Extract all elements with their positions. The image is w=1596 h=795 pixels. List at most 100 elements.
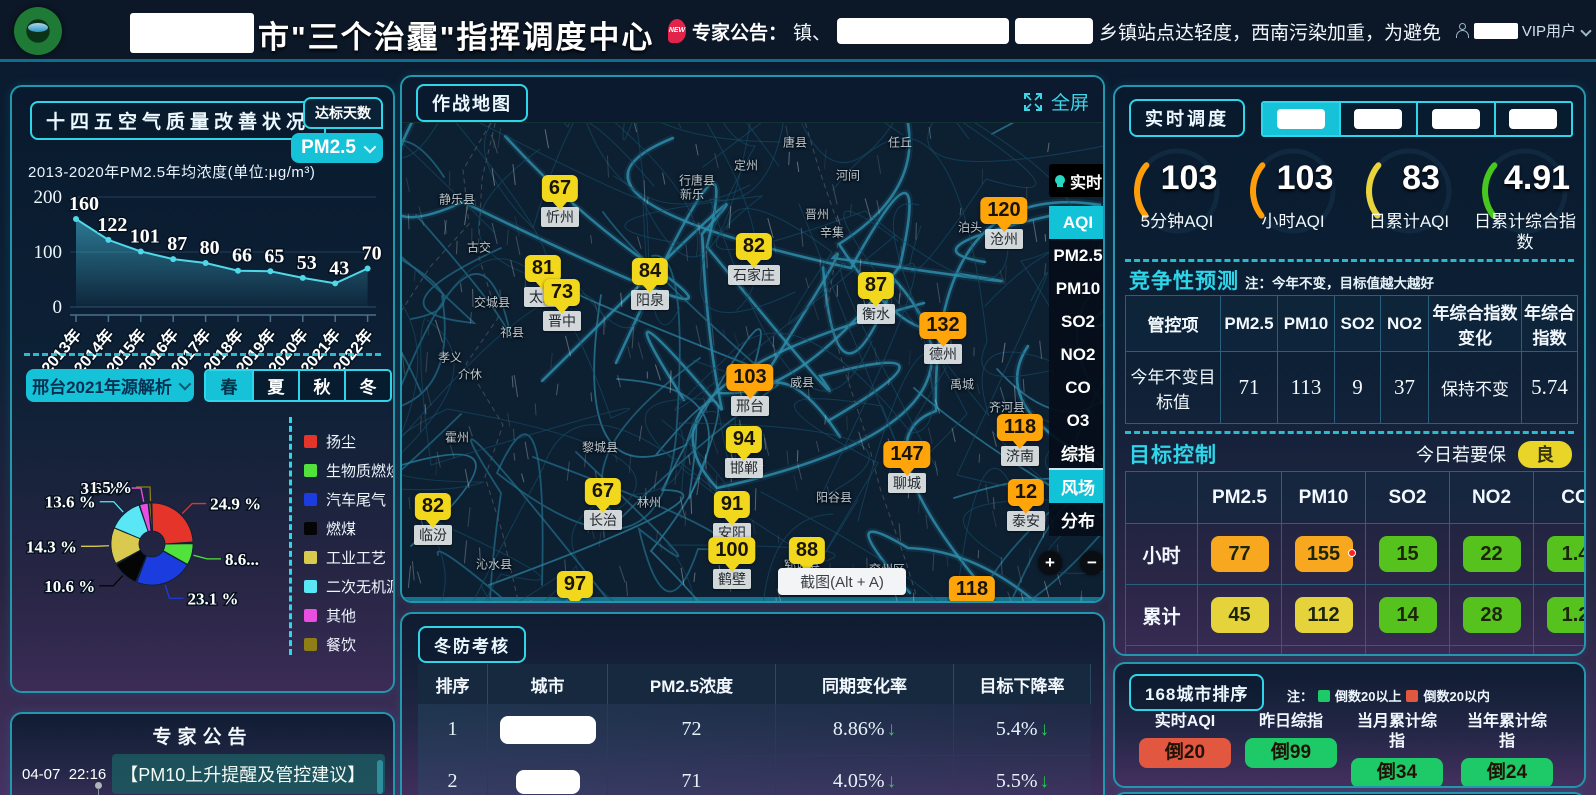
source-analysis-select[interactable]: 邢台2021年源解析 [26, 369, 194, 402]
legend-label: 汽车尾气 [326, 489, 386, 510]
table-row: 2714.05%↓5.5%↓ [418, 756, 1091, 795]
gauge-row: 1035分钟AQI103小时AQI83日累计AQI4.91日累计综合指数 [1119, 147, 1583, 259]
announcement-text-prefix: 镇、 [793, 18, 831, 45]
aqi-marker-德州[interactable]: 132 [919, 312, 966, 339]
ranking-label: 昨日综指 [1237, 712, 1345, 732]
aqi-marker-长治[interactable]: 67 [585, 478, 621, 505]
value-pill: 15 [1379, 536, 1437, 572]
value-pill: 155 [1295, 536, 1353, 572]
cell: 今年不变目标值 [1126, 352, 1221, 424]
announcement-ticker[interactable]: NEW 专家公告： 镇、 乡镇站点达轻度，西南污染加重，为避免 [668, 0, 1480, 62]
city-tab-1[interactable] [1263, 103, 1339, 135]
user-role-label: VIP用户 [1522, 20, 1576, 41]
aqi-marker-沧州[interactable]: 120 [980, 197, 1027, 224]
value-pill: 28 [1463, 597, 1521, 633]
layer-item-CO[interactable]: CO [1049, 371, 1103, 404]
aqi-marker-阳泉[interactable]: 84 [632, 258, 668, 285]
marker-pointer [725, 518, 739, 526]
redacted-announcement-2 [1015, 18, 1093, 44]
layer-item-NO2[interactable]: NO2 [1049, 338, 1103, 371]
aqi-marker-泰安[interactable]: 12 [1008, 479, 1044, 506]
map-place-label: 阳谷县 [816, 489, 852, 506]
map-place-label: 禹城 [950, 376, 974, 393]
layer-item-AQI[interactable]: AQI [1049, 206, 1103, 239]
season-tab-1[interactable]: 春 [206, 371, 252, 400]
map-zoom-in-button[interactable]: + [1038, 551, 1062, 575]
winter-title: 冬防考核 [418, 626, 526, 663]
city-tab-3[interactable] [1416, 103, 1494, 135]
map-city-label: 聊城 [888, 473, 926, 493]
layer-item-综指[interactable]: 综指 [1049, 437, 1103, 470]
aqi-marker-晋中[interactable]: 73 [544, 279, 580, 306]
aqi-marker-临汾[interactable]: 82 [415, 493, 451, 520]
legend-label: 倒数20以上 [1335, 686, 1401, 705]
aqi-marker[interactable]: 118 [949, 576, 995, 601]
table-row: 1728.86%↓5.4%↓ [418, 704, 1091, 756]
cell: 28 [1450, 585, 1534, 646]
map-place-label: 威县 [790, 374, 814, 391]
aqi-marker-邢台[interactable]: 103 [726, 364, 773, 391]
winter-table: 排序城市PM2.5浓度同期变化率目标下降率1728.86%↓5.4%↓2714.… [418, 664, 1091, 795]
layer-item-PM2.5[interactable]: PM2.5 [1049, 239, 1103, 272]
season-tab-2[interactable]: 夏 [252, 371, 298, 400]
cell: 1 [418, 704, 488, 755]
aqi-marker-安阳[interactable]: 91 [714, 491, 750, 518]
header-cell: PM2.5 [1198, 472, 1282, 524]
ranking-col-4: 当年累计综指倒24 [1453, 712, 1561, 788]
map-zoom-out-button[interactable]: − [1080, 551, 1103, 575]
map-canvas[interactable]: 实时 AQIPM2.5PM10SO2NO2COO3综指风场分布 + − 截图(A… [402, 123, 1103, 601]
season-tab-4[interactable]: 冬 [344, 371, 390, 400]
timeline-line [98, 788, 99, 795]
aqi-marker-邯郸[interactable]: 94 [726, 426, 762, 453]
aqi-marker[interactable]: 97 [557, 571, 593, 598]
layer-realtime-button[interactable]: 实时 [1049, 164, 1103, 197]
value-pill: 112 [1295, 597, 1353, 633]
aqi-marker[interactable]: 88 [789, 537, 825, 564]
user-menu[interactable]: VIP用户 [1455, 20, 1590, 41]
aqi-marker-石家庄[interactable]: 82 [736, 233, 772, 260]
marker-value: 91 [714, 491, 750, 518]
redacted-announcement-1 [837, 18, 1009, 44]
aqi-marker-鹤壁[interactable]: 100 [708, 537, 755, 564]
city-tab-4[interactable] [1494, 103, 1572, 135]
layer-item-分布[interactable]: 分布 [1049, 503, 1103, 536]
scrollbar[interactable] [377, 760, 383, 794]
row-label: 可控制 [1126, 646, 1198, 657]
cell: 5.4%↓ [954, 704, 1091, 755]
gauge-label: 小时AQI [1238, 211, 1348, 232]
city-tab-2[interactable] [1339, 103, 1417, 135]
layer-item-PM10[interactable]: PM10 [1049, 272, 1103, 305]
ranking-pill: 倒34 [1351, 758, 1443, 788]
aqi-marker-济南[interactable]: 118 [997, 414, 1043, 441]
cell: 保持不变 [1429, 352, 1522, 424]
announcement-item[interactable]: 【PM10上升提醒及管控建议】 [112, 754, 385, 794]
value-pill: 1.2 [1547, 597, 1587, 633]
header-cell: PM10 [1282, 472, 1366, 524]
cell: 71 [1221, 352, 1278, 424]
aqi-marker-聊城[interactable]: 147 [883, 441, 930, 468]
gauge-2: 103小时AQI [1235, 147, 1351, 259]
dispatch-title: 实时调度 [1129, 99, 1245, 137]
ranking-pill: 倒99 [1245, 738, 1337, 768]
cell: 745 [1198, 646, 1282, 657]
map-place-label: 交城县 [474, 294, 510, 311]
marker-value: 88 [789, 537, 825, 564]
announcement-label: 专家公告： [692, 18, 787, 45]
standard-days-button[interactable]: 达标天数 [303, 97, 383, 129]
redacted-tab-label [1509, 109, 1557, 129]
aqi-marker-忻州[interactable]: 67 [542, 175, 578, 202]
cell: 14 [1366, 585, 1450, 646]
layer-item-SO2[interactable]: SO2 [1049, 305, 1103, 338]
map-city-label: 长治 [584, 510, 622, 530]
legend-label: 倒数20以内 [1423, 686, 1489, 705]
layer-item-风场[interactable]: 风场 [1049, 470, 1103, 503]
marker-value: 132 [919, 312, 966, 339]
pollutant-select[interactable]: PM2.5 [291, 133, 383, 163]
aqi-marker-太原[interactable]: 81 [525, 255, 561, 282]
ranking-title: 168城市排序 [1129, 674, 1264, 711]
fullscreen-button[interactable]: 全屏 [1023, 88, 1089, 115]
layer-item-O3[interactable]: O3 [1049, 404, 1103, 437]
marker-pointer [936, 339, 950, 347]
season-tab-3[interactable]: 秋 [298, 371, 344, 400]
aqi-marker-衡水[interactable]: 87 [858, 272, 894, 299]
